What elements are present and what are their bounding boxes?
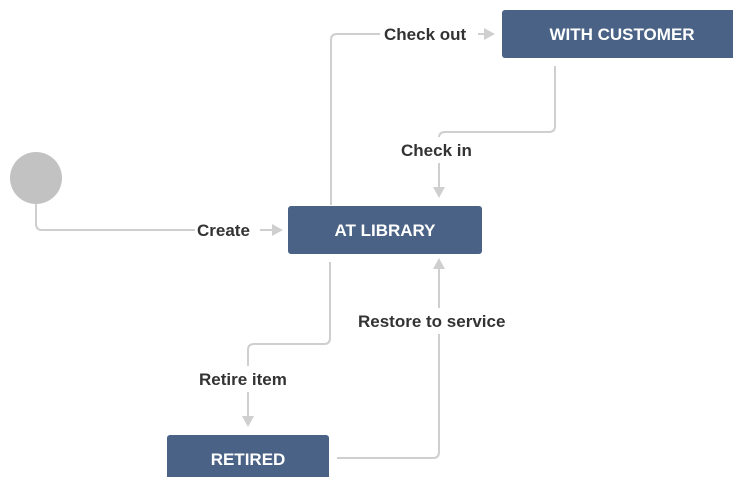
edge-restore-to-service: [337, 269, 440, 459]
edge-create: [35, 204, 195, 231]
edge-create-arrow: [272, 224, 283, 236]
edge-check-out-arrow: [484, 28, 495, 40]
edge-check-in-arrow: [433, 187, 445, 198]
edge-check-out: [330, 33, 380, 205]
edge-label-check-out[interactable]: Check out: [384, 25, 467, 44]
edge-retire-item: [247, 262, 331, 416]
edge-check-in: [438, 66, 556, 187]
state-retired[interactable]: RETIRED: [167, 435, 329, 477]
edge-label-check-in[interactable]: Check in: [401, 141, 472, 160]
state-at-library-label: AT LIBRARY: [334, 221, 436, 240]
start-node[interactable]: [10, 152, 62, 204]
edge-label-restore-to-service[interactable]: Restore to service: [358, 312, 505, 331]
state-with-customer[interactable]: WITH CUSTOMER: [502, 10, 733, 58]
edge-restore-to-service-arrow: [433, 258, 445, 269]
edge-retire-item-arrow: [242, 416, 254, 427]
state-at-library[interactable]: AT LIBRARY: [288, 206, 482, 254]
workflow-diagram: Create Check out Check in Retire item Re…: [10, 10, 733, 477]
state-retired-label: RETIRED: [211, 450, 286, 469]
state-with-customer-label: WITH CUSTOMER: [549, 25, 694, 44]
edge-label-create[interactable]: Create: [197, 221, 250, 240]
edge-label-retire-item[interactable]: Retire item: [199, 370, 287, 389]
